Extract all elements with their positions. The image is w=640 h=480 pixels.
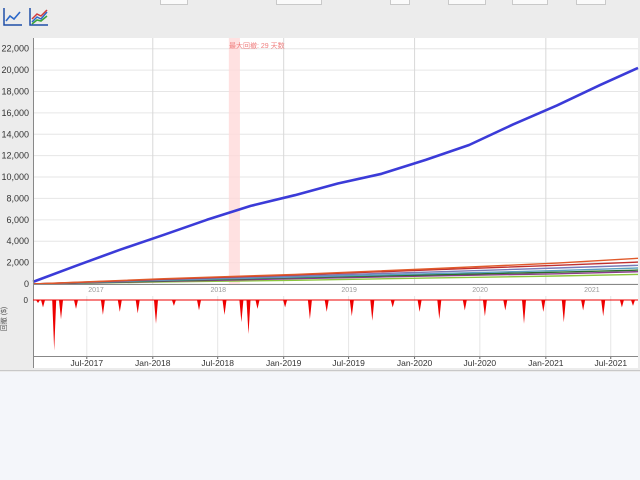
drawdown-highlight-band — [228, 38, 240, 284]
drawdown-spike — [222, 300, 227, 315]
y-tick-label: 18,000 — [1, 86, 29, 96]
year-label: 2019 — [341, 287, 357, 294]
drawdown-spike — [197, 300, 201, 311]
drawdown-spike — [135, 300, 140, 314]
y-tick-label: 10,000 — [1, 172, 29, 182]
x-tick-label: Jul-2019 — [332, 358, 365, 368]
drawdown-spike — [117, 300, 122, 312]
year-label: 2021 — [584, 287, 600, 294]
drawdown-spike — [370, 300, 375, 321]
x-tick-label: Jul-2018 — [201, 358, 234, 368]
drawdown-spike — [154, 300, 158, 324]
app-window: 0 2,000 4,000 6,000 8,000 10,000 12,000 14,000 1… — [0, 0, 640, 372]
drawdown-spike — [462, 300, 467, 311]
drawdown-y-label: 回撤 ($) — [0, 307, 8, 332]
drawdown-spike — [541, 300, 546, 312]
drawdown-spike — [59, 300, 63, 320]
drawdown-area-group — [33, 299, 638, 351]
year-labels: 2017 2018 2019 2020 2021 — [88, 287, 600, 294]
main-y-axis: 0 2,000 4,000 6,000 8,000 10,000 12,000 14,000 1… — [1, 44, 29, 289]
max-drawdown-annotation: 最大回撤: 29 天数 — [229, 41, 285, 50]
drawdown-gridlines — [86, 296, 612, 356]
drawdown-spike — [246, 300, 251, 335]
drawdown-spike — [631, 300, 635, 306]
x-tick-label: Jul-2020 — [464, 358, 497, 368]
x-tick-label: Jan-2019 — [266, 358, 302, 368]
drawdown-y-tick-label: 0 — [24, 296, 29, 305]
year-label: 2020 — [472, 287, 488, 294]
panel-bottom-border — [0, 370, 640, 371]
drawdown-spike — [74, 300, 78, 309]
drawdown-x-axis: Jul-2017 Jan-2018 Jul-2018 Jan-2019 Jul-2019… — [33, 356, 638, 368]
drawdown-spike — [52, 300, 57, 351]
y-tick-label: 20,000 — [1, 65, 29, 75]
drawdown-spike — [100, 300, 105, 315]
y-tick-label: 0 — [24, 279, 29, 289]
drawdown-spike — [482, 300, 487, 317]
drawdown-spike — [619, 300, 624, 308]
drawdown-spike — [601, 300, 606, 317]
x-tick-label: Jan-2020 — [397, 358, 433, 368]
x-tick-label: Jul-2021 — [594, 358, 627, 368]
x-tick-label: Jan-2021 — [528, 358, 564, 368]
drawdown-spike — [41, 300, 45, 308]
drawdown-spike — [324, 300, 329, 312]
y-tick-label: 12,000 — [1, 151, 29, 161]
year-label: 2017 — [88, 287, 104, 294]
y-tick-label: 4,000 — [6, 236, 29, 246]
y-tick-label: 6,000 — [6, 215, 29, 225]
y-tick-label: 8,000 — [6, 193, 29, 203]
drawdown-highlight — [228, 38, 240, 284]
drawdown-spike — [417, 300, 422, 312]
equity-chart[interactable]: 0 2,000 4,000 6,000 8,000 10,000 12,000 14,000 1… — [0, 0, 640, 372]
equity-series-group — [32, 66, 639, 285]
x-tick-label: Jul-2017 — [70, 358, 103, 368]
drawdown-spike — [503, 300, 508, 311]
drawdown-spike — [255, 300, 260, 309]
drawdown-spike — [522, 300, 526, 324]
drawdown-spike — [349, 300, 354, 317]
drawdown-spike — [307, 300, 312, 320]
drawdown-spike — [239, 300, 244, 323]
x-tick-label: Jan-2018 — [135, 358, 171, 368]
drawdown-spike — [437, 300, 442, 320]
drawdown-spike — [171, 300, 176, 306]
y-tick-label: 22,000 — [1, 44, 29, 54]
y-tick-label: 16,000 — [1, 108, 29, 118]
y-tick-label: 14,000 — [1, 129, 29, 139]
drawdown-spike — [390, 300, 395, 308]
drawdown-spike — [581, 300, 586, 311]
equity-line-primary — [32, 66, 639, 284]
year-label: 2018 — [210, 287, 226, 294]
y-tick-label: 2,000 — [6, 258, 29, 268]
drawdown-spike — [561, 300, 566, 323]
